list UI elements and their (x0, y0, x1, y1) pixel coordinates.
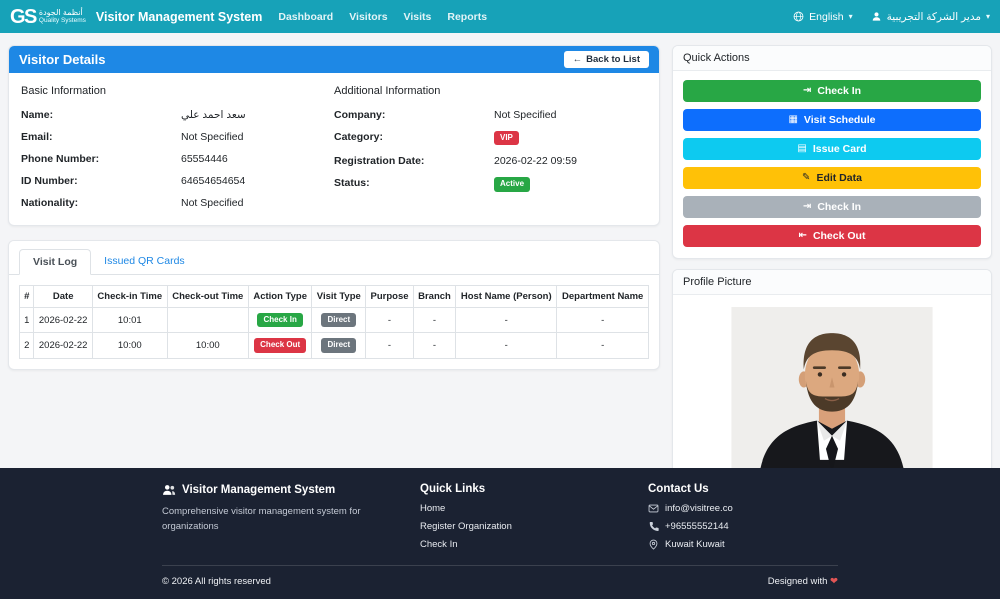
vip-badge: VIP (494, 131, 519, 145)
nav-visits[interactable]: Visits (404, 11, 432, 23)
chevron-down-icon: ▾ (849, 12, 853, 21)
nav-visitors[interactable]: Visitors (349, 11, 387, 23)
logo-gs: GS (10, 7, 36, 27)
profile-photo (731, 307, 933, 468)
profile-picture-card: Profile Picture (672, 269, 992, 468)
back-to-list-label: Back to List (586, 54, 640, 65)
location-icon (648, 539, 659, 550)
check-in-button[interactable]: ⇥ Check In (683, 80, 981, 102)
back-to-list-button[interactable]: ← Back to List (564, 51, 649, 68)
visitor-details-title: Visitor Details (19, 52, 105, 67)
status-badge: Active (494, 177, 530, 191)
contact-location: Kuwait Kuwait (648, 539, 838, 550)
footer-link-home[interactable]: Home (420, 503, 635, 514)
footer-description: Comprehensive visitor management system … (162, 505, 362, 534)
basic-information-heading: Basic Information (21, 85, 324, 97)
brand-title: Visitor Management System (96, 10, 263, 24)
contact-email: info@visitree.co (648, 503, 838, 514)
footer-link-register-organization[interactable]: Register Organization (420, 521, 635, 532)
language-menu[interactable]: English ▾ (793, 11, 852, 23)
check-in-secondary-button[interactable]: ⇥ Check In (683, 196, 981, 218)
quick-actions-title: Quick Actions (673, 46, 991, 71)
visit-type-badge: Direct (321, 313, 356, 327)
check-out-button[interactable]: ⇤ Check Out (683, 225, 981, 247)
table-header-row: # Date Check-in Time Check-out Time Acti… (20, 286, 649, 308)
quick-links-title: Quick Links (420, 483, 635, 495)
phone-icon (648, 521, 659, 532)
footer-brand-section: Visitor Management System Comprehensive … (162, 483, 407, 557)
field-phone-number: Phone Number: 65554446 (21, 153, 324, 165)
people-icon (162, 483, 176, 497)
edit-data-button[interactable]: ✎ Edit Data (683, 167, 981, 189)
visit-log-card: Visit Log Issued QR Cards # Date Check-i… (8, 240, 660, 370)
additional-information-section: Additional Information Company: Not Spec… (334, 85, 647, 219)
sign-out-icon: ⇤ (799, 231, 807, 241)
user-icon (871, 11, 882, 22)
visit-log-table: # Date Check-in Time Check-out Time Acti… (19, 285, 649, 359)
field-company: Company: Not Specified (334, 109, 637, 121)
additional-information-heading: Additional Information (334, 85, 637, 97)
tab-issued-qr-cards[interactable]: Issued QR Cards (91, 249, 198, 275)
field-email: Email: Not Specified (21, 131, 324, 143)
issue-card-button[interactable]: ▤ Issue Card (683, 138, 981, 160)
logo-subtitle: Quality Systems (39, 17, 86, 24)
field-nationality: Nationality: Not Specified (21, 197, 324, 209)
top-navbar: GS أنظمة الجودة Quality Systems Visitor … (0, 0, 1000, 33)
visit-row: 1 2026-02-22 10:01 Check In Direct - - -… (20, 308, 649, 333)
copyright-text: © 2026 All rights reserved (162, 576, 271, 587)
footer-brand-title: Visitor Management System (182, 484, 335, 496)
logo-arabic-text: أنظمة الجودة (39, 9, 86, 18)
field-id-number: ID Number: 64654654654 (21, 175, 324, 187)
user-menu[interactable]: مدير الشركة التجريبية ▾ (871, 11, 990, 23)
footer-link-check-in[interactable]: Check In (420, 539, 635, 550)
visitor-details-card: Visitor Details ← Back to List Basic Inf… (8, 45, 660, 226)
main-content: Visitor Details ← Back to List Basic Inf… (0, 33, 1000, 468)
heart-icon: ❤ (830, 576, 838, 587)
field-status: Status: Active (334, 177, 637, 191)
check-out-badge: Check Out (254, 338, 306, 352)
logo[interactable]: GS أنظمة الجودة Quality Systems (10, 7, 86, 27)
visit-schedule-button[interactable]: ▦ Visit Schedule (683, 109, 981, 131)
field-category: Category: VIP (334, 131, 637, 145)
main-nav: Dashboard Visitors Visits Reports (278, 11, 487, 23)
language-label: English (809, 11, 843, 23)
visit-row: 2 2026-02-22 10:00 10:00 Check Out Direc… (20, 333, 649, 358)
user-name: مدير الشركة التجريبية (887, 11, 981, 23)
back-arrow-icon: ← (573, 54, 583, 65)
quick-actions-card: Quick Actions ⇥ Check In ▦ Visit Schedul… (672, 45, 992, 259)
chevron-down-icon: ▾ (986, 12, 990, 21)
footer: Visitor Management System Comprehensive … (0, 468, 1000, 599)
nav-reports[interactable]: Reports (447, 11, 487, 23)
sign-in-icon: ⇥ (803, 202, 811, 212)
basic-information-section: Basic Information Name: سعد احمد علي Ema… (21, 85, 334, 219)
edit-icon: ✎ (802, 173, 810, 183)
contact-phone: +96555552144 (648, 521, 838, 532)
app: GS أنظمة الجودة Quality Systems Visitor … (0, 0, 1000, 599)
check-in-badge: Check In (257, 313, 302, 327)
nav-dashboard[interactable]: Dashboard (278, 11, 333, 23)
sign-in-icon: ⇥ (803, 86, 811, 96)
profile-picture-title: Profile Picture (673, 270, 991, 295)
contact-us-title: Contact Us (648, 483, 838, 495)
id-card-icon: ▤ (797, 144, 806, 154)
email-icon (648, 503, 659, 514)
visit-log-tabs: Visit Log Issued QR Cards (9, 241, 659, 275)
footer-contact-section: Contact Us info@visitree.co +96555552144 (648, 483, 838, 557)
visit-type-badge: Direct (321, 338, 356, 352)
footer-quick-links-section: Quick Links Home Register Organization C… (420, 483, 635, 557)
field-registration-date: Registration Date: 2026-02-22 09:59 (334, 155, 637, 167)
calendar-icon: ▦ (788, 115, 797, 125)
field-name: Name: سعد احمد علي (21, 109, 324, 121)
globe-icon (793, 11, 804, 22)
visitor-details-header: Visitor Details ← Back to List (9, 46, 659, 73)
tab-visit-log[interactable]: Visit Log (19, 249, 91, 275)
designed-with: Designed with ❤ (768, 576, 838, 587)
